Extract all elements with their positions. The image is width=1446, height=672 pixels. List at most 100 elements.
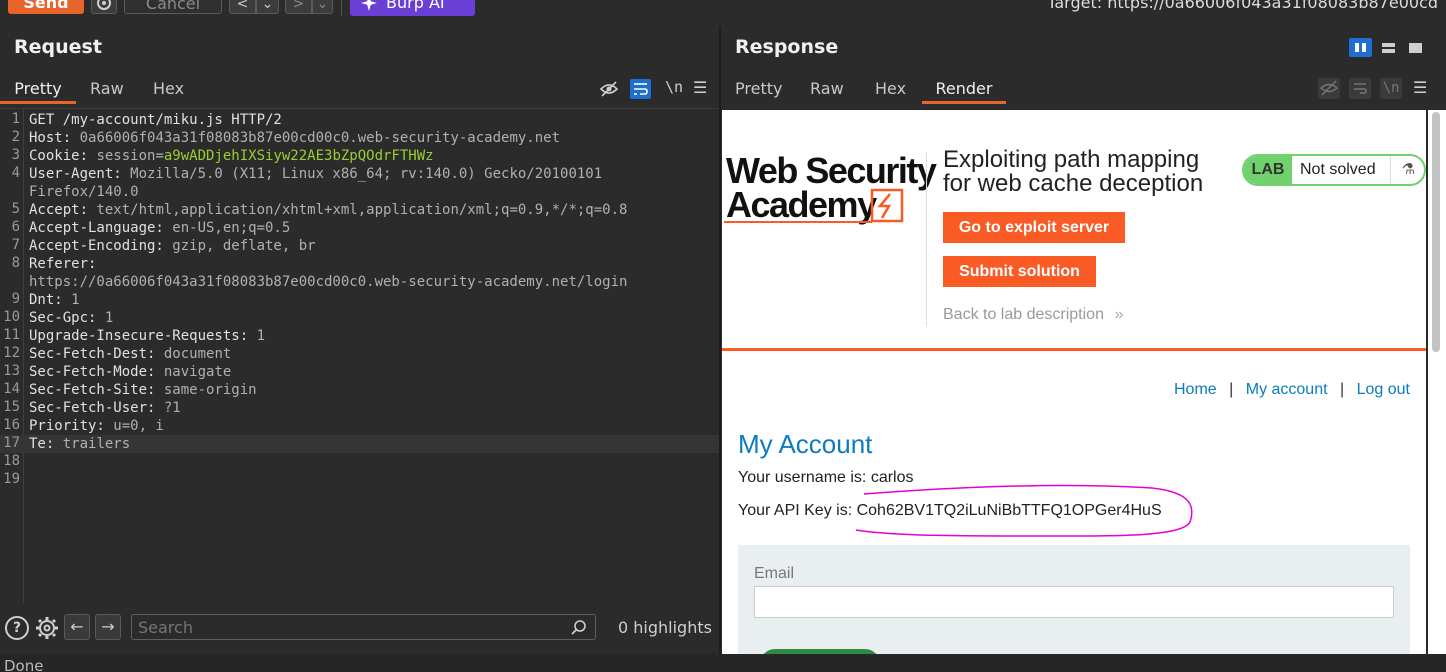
tab-request-hex[interactable]: Hex [153, 74, 184, 104]
request-line[interactable]: 13 Sec-Fetch-Mode: navigate [0, 363, 719, 381]
line-content: Referer: [29, 255, 96, 273]
lab-title-line2: for web cache deception [943, 170, 1204, 197]
nav-home-link[interactable]: Home [1174, 381, 1217, 398]
back-history-dropdown[interactable]: ⌄ [256, 0, 279, 14]
go-to-exploit-server-button[interactable]: Go to exploit server [943, 212, 1125, 243]
header-name: Host: [29, 130, 72, 146]
request-line[interactable]: 6 Accept-Language: en-US,en;q=0.5 [0, 219, 719, 237]
cancel-button[interactable]: Cancel [124, 0, 222, 14]
single-pane-icon [1409, 43, 1422, 53]
back-to-lab-description-link[interactable]: Back to lab description » [943, 306, 1123, 324]
layout-side-by-side-button[interactable] [1349, 38, 1372, 57]
request-line[interactable]: 3 Cookie: session=a9wADDjehIXSiyw22AE3bZp… [0, 147, 719, 165]
render-scrollbar-thumb[interactable] [1432, 112, 1440, 352]
newline-toggle[interactable]: \n [665, 78, 683, 96]
layout-top-bottom-button[interactable] [1377, 38, 1400, 57]
hide-nonprintable-icon[interactable] [599, 80, 619, 98]
request-line[interactable]: 7 Accept-Encoding: gzip, deflate, br [0, 237, 719, 255]
rendered-page: Web Security Academy Exploiting path map… [722, 110, 1426, 654]
request-line[interactable]: 14 Sec-Fetch-Site: same-origin [0, 381, 719, 399]
arrow-right-icon: → [101, 617, 115, 636]
help-icon[interactable]: ? [5, 616, 29, 640]
header-value: 1 [62, 292, 80, 308]
wrap-lines-toggle[interactable] [630, 79, 651, 99]
line-number: 16 [3, 417, 20, 433]
header-name: Dnt: [29, 292, 63, 308]
gear-icon [97, 0, 111, 10]
search-settings-gear-icon[interactable] [34, 615, 60, 641]
tab-request-raw[interactable]: Raw [90, 74, 124, 104]
request-line[interactable]: 19 [0, 471, 719, 489]
forward-button[interactable]: > [285, 0, 312, 14]
header-value: 1 [248, 328, 266, 344]
line-content: Accept-Language: en-US,en;q=0.5 [29, 219, 290, 237]
tab-response-hex[interactable]: Hex [875, 74, 906, 104]
page-heading: My Account [738, 429, 873, 459]
wrap-icon [634, 83, 648, 95]
header-name: Accept-Encoding: [29, 238, 164, 254]
tab-response-render[interactable]: Render [922, 74, 1006, 104]
line-number: 15 [3, 399, 20, 415]
forward-history-dropdown[interactable]: ⌄ [312, 0, 333, 14]
line-number: 3 [11, 147, 20, 163]
tab-request-pretty[interactable]: Pretty [0, 74, 76, 104]
line-number: 7 [11, 237, 20, 253]
request-line[interactable]: 8 Referer: [0, 255, 719, 273]
wrap-lines-disabled[interactable] [1349, 78, 1371, 99]
line-number: 1 [11, 111, 20, 127]
submit-solution-button[interactable]: Submit solution [943, 256, 1096, 287]
line-number: 4 [11, 165, 20, 181]
sparkle-icon [361, 0, 377, 11]
request-menu-icon[interactable]: ☰ [693, 78, 707, 97]
header-value: https://0a66006f043a31f08083b87e00cd00c0… [29, 274, 628, 290]
header-name: Sec-Fetch-User: [29, 400, 156, 416]
burp-ai-button[interactable]: Burp AI [350, 0, 475, 16]
line-number: 8 [11, 255, 20, 271]
header-name: Upgrade-Insecure-Requests: [29, 328, 249, 344]
burp-ai-label: Burp AI [386, 0, 445, 12]
pane-divider[interactable] [719, 26, 721, 654]
request-line[interactable]: 18 [0, 453, 719, 471]
request-line[interactable]: 5 Accept: text/html,application/xhtml+xml… [0, 201, 719, 219]
request-line[interactable]: 16 Priority: u=0, i [0, 417, 719, 435]
header-value: Mozilla/5.0 (X11; Linux x86_64; rv:140.0… [121, 166, 603, 182]
header-name: Te: [29, 436, 55, 452]
nav-my-account-link[interactable]: My account [1246, 381, 1328, 398]
request-line[interactable]: 15 Sec-Fetch-User: ?1 [0, 399, 719, 417]
next-match-button[interactable]: → [95, 614, 121, 640]
previous-match-button[interactable]: ← [64, 614, 90, 640]
hide-nonprintable-disabled[interactable] [1318, 78, 1340, 99]
send-settings-button[interactable] [91, 0, 117, 14]
email-field[interactable] [754, 586, 1394, 618]
session-cookie-value: a9wADDjehIXSiyw22AE3bZpQOdrFTHWz [163, 148, 434, 164]
request-line[interactable]: 4 User-Agent: Mozilla/5.0 (X11; Linux x86… [0, 165, 719, 183]
request-line[interactable]: 12 Sec-Fetch-Dest: document [0, 345, 719, 363]
request-line[interactable]: 10 Sec-Gpc: 1 [0, 309, 719, 327]
request-editor[interactable]: 1 GET /my-account/miku.js HTTP/2 2 Host: 0a… [0, 108, 719, 603]
request-line[interactable]: 11 Upgrade-Insecure-Requests: 1 [0, 327, 719, 345]
search-input[interactable] [131, 614, 596, 640]
header-name: Sec-Fetch-Site: [29, 382, 156, 398]
request-line[interactable]: 9 Dnt: 1 [0, 291, 719, 309]
request-line[interactable]: Firefox/140.0 [0, 183, 719, 201]
tab-response-pretty[interactable]: Pretty [735, 74, 782, 104]
line-content: Sec-Fetch-Mode: navigate [29, 363, 231, 381]
send-button[interactable]: Send [8, 0, 84, 14]
request-line[interactable]: 1 GET /my-account/miku.js HTTP/2 [0, 111, 719, 129]
line-number: 6 [11, 219, 20, 235]
response-menu-icon[interactable]: ☰ [1413, 78, 1427, 97]
line-number: 12 [3, 345, 20, 361]
request-line[interactable]: https://0a66006f043a31f08083b87e00cd00c0… [0, 273, 719, 291]
request-line[interactable]: 17 Te: trailers [0, 435, 719, 453]
nav-logout-link[interactable]: Log out [1357, 381, 1410, 398]
request-line[interactable]: 2 Host: 0a66006f043a31f08083b87e00cd00c0.… [0, 129, 719, 147]
back-button[interactable]: < [229, 0, 256, 14]
layout-tabs-button[interactable] [1404, 38, 1427, 57]
tab-response-raw[interactable]: Raw [810, 74, 844, 104]
line-content: Sec-Fetch-Site: same-origin [29, 381, 257, 399]
wrap-icon [1354, 83, 1367, 94]
api-key-label: Your API Key is: [738, 502, 857, 519]
newline-toggle-disabled[interactable]: \n [1380, 78, 1402, 99]
target-url[interactable]: Target: https://0a66006f043a31f08083b87e… [1047, 0, 1438, 16]
nav-separator: | [1340, 381, 1345, 398]
